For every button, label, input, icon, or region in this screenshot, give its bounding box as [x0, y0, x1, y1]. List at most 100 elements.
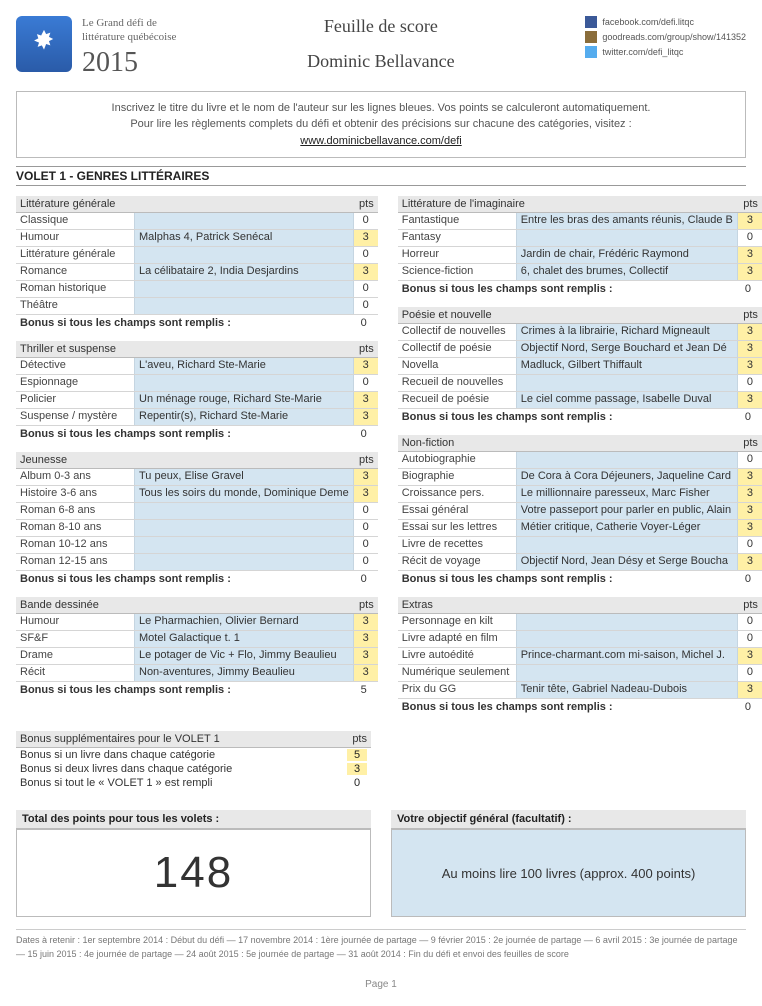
entry-label: Histoire 3-6 ans: [16, 486, 134, 502]
entry-input[interactable]: Objectif Nord, Jean Désy et Serge Boucha: [516, 554, 738, 570]
entry-input[interactable]: Prince-charmant.com mi-saison, Michel J.: [516, 648, 738, 664]
entry-input[interactable]: [516, 537, 738, 553]
social-link[interactable]: twitter.com/defi_litqc: [585, 46, 746, 58]
entry-row: Livre adapté en film0: [398, 631, 762, 648]
entry-points: 0: [354, 537, 378, 553]
entry-row: Espionnage0: [16, 375, 378, 392]
entry-row: DétectiveL'aveu, Richard Ste-Marie3: [16, 358, 378, 375]
entry-label: Roman historique: [16, 281, 134, 297]
entry-input[interactable]: Entre les bras des amants réunis, Claude…: [516, 213, 738, 229]
entry-input[interactable]: 6, chalet des brumes, Collectif: [516, 264, 738, 280]
entry-row: DrameLe potager de Vic + Flo, Jimmy Beau…: [16, 648, 378, 665]
score-label: Total des points pour tous les volets :: [16, 810, 371, 829]
entry-input[interactable]: Tous les soirs du monde, Dominique Deme: [134, 486, 354, 502]
entry-row: Roman historique0: [16, 281, 378, 298]
entry-input[interactable]: Crimes à la librairie, Richard Migneault: [516, 324, 738, 340]
bonus-label: Bonus si tous les champs sont remplis :: [20, 573, 354, 585]
entry-points: 0: [738, 537, 762, 553]
entry-label: Récit: [16, 665, 134, 681]
entry-input[interactable]: Le millionnaire paresseux, Marc Fisher: [516, 486, 738, 502]
entry-label: Humour: [16, 614, 134, 630]
entry-input[interactable]: Jardin de chair, Frédéric Raymond: [516, 247, 738, 263]
entry-input[interactable]: [134, 520, 354, 536]
entry-input[interactable]: Le ciel comme passage, Isabelle Duval: [516, 392, 738, 408]
title-line1: Le Grand défi de: [82, 16, 176, 30]
supp-row: Bonus si tout le « VOLET 1 » est rempli0: [16, 776, 371, 790]
entry-label: Novella: [398, 358, 516, 374]
entry-input[interactable]: Votre passeport pour parler en public, A…: [516, 503, 738, 519]
supp-bonus: Bonus supplémentaires pour le VOLET 1pts…: [16, 731, 371, 790]
entry-input[interactable]: [516, 375, 738, 391]
entry-label: Livre adapté en film: [398, 631, 516, 647]
left-column: Littérature généraleptsClassique0HumourM…: [16, 196, 378, 725]
category: Non-fictionptsAutobiographie0BiographieD…: [398, 435, 762, 587]
entry-input[interactable]: Tenir tête, Gabriel Nadeau-Dubois: [516, 682, 738, 698]
entry-input[interactable]: Non-aventures, Jimmy Beaulieu: [134, 665, 354, 681]
category-name: Thriller et suspense: [16, 341, 346, 357]
bonus-label: Bonus si tous les champs sont remplis :: [402, 701, 738, 713]
bonus-points: 0: [354, 317, 374, 329]
entry-label: Romance: [16, 264, 134, 280]
entry-points: 3: [738, 324, 762, 340]
entry-points: 3: [738, 503, 762, 519]
entry-row: SF&FMotel Galactique t. 13: [16, 631, 378, 648]
volet-header: VOLET 1 - GENRES LITTÉRAIRES: [16, 166, 746, 186]
entry-input[interactable]: Un ménage rouge, Richard Ste-Marie: [134, 392, 354, 408]
entry-input[interactable]: Malphas 4, Patrick Senécal: [134, 230, 354, 246]
entry-input[interactable]: Tu peux, Elise Gravel: [134, 469, 354, 485]
entry-points: 3: [354, 614, 378, 630]
entry-input[interactable]: De Cora à Cora Déjeuners, Jaqueline Card: [516, 469, 738, 485]
entry-input[interactable]: [134, 281, 354, 297]
entry-points: 3: [354, 665, 378, 681]
entry-row: Prix du GGTenir tête, Gabriel Nadeau-Dub…: [398, 682, 762, 699]
social-text: goodreads.com/group/show/141352: [602, 32, 746, 42]
entry-input[interactable]: Le Pharmachien, Olivier Bernard: [134, 614, 354, 630]
entry-input[interactable]: [134, 213, 354, 229]
entry-input[interactable]: Motel Galactique t. 1: [134, 631, 354, 647]
columns: Littérature généraleptsClassique0HumourM…: [16, 196, 746, 725]
entry-input[interactable]: [134, 298, 354, 314]
entry-input[interactable]: Métier critique, Catherie Voyer-Léger: [516, 520, 738, 536]
entry-row: PolicierUn ménage rouge, Richard Ste-Mar…: [16, 392, 378, 409]
entry-input[interactable]: Objectif Nord, Serge Bouchard et Jean Dé: [516, 341, 738, 357]
social-text: facebook.com/defi.litqc: [602, 17, 694, 27]
entry-row: Récit de voyageObjectif Nord, Jean Désy …: [398, 554, 762, 571]
bonus-label: Bonus si tous les champs sont remplis :: [20, 684, 354, 696]
entry-input[interactable]: [134, 503, 354, 519]
entry-input[interactable]: L'aveu, Richard Ste-Marie: [134, 358, 354, 374]
entry-input[interactable]: Le potager de Vic + Flo, Jimmy Beaulieu: [134, 648, 354, 664]
entry-points: 0: [738, 614, 762, 630]
entry-input[interactable]: [134, 554, 354, 570]
entry-label: Récit de voyage: [398, 554, 516, 570]
rules-link[interactable]: www.dominicbellavance.com/defi: [300, 135, 461, 147]
entry-row: Recueil de nouvelles0: [398, 375, 762, 392]
entry-row: HorreurJardin de chair, Frédéric Raymond…: [398, 247, 762, 264]
social-link[interactable]: facebook.com/defi.litqc: [585, 16, 746, 28]
entry-input[interactable]: [516, 631, 738, 647]
category-name: Non-fiction: [398, 435, 730, 451]
entry-input[interactable]: Repentir(s), Richard Ste-Marie: [134, 409, 354, 425]
entry-input[interactable]: [516, 614, 738, 630]
social-link[interactable]: goodreads.com/group/show/141352: [585, 31, 746, 43]
entry-input[interactable]: [134, 537, 354, 553]
pts-header: pts: [346, 597, 378, 613]
category: Poésie et nouvelleptsCollectif de nouvel…: [398, 307, 762, 425]
bonus-points: 0: [354, 573, 374, 585]
entry-row: RomanceLa célibataire 2, India Desjardin…: [16, 264, 378, 281]
entry-input[interactable]: [134, 247, 354, 263]
entry-row: Collectif de poésieObjectif Nord, Serge …: [398, 341, 762, 358]
entry-points: 0: [354, 213, 378, 229]
total-score: Total des points pour tous les volets : …: [16, 810, 371, 917]
entry-input[interactable]: [516, 665, 738, 681]
bonus-label: Bonus si tous les champs sont remplis :: [402, 283, 738, 295]
entry-label: Personnage en kilt: [398, 614, 516, 630]
entry-label: Suspense / mystère: [16, 409, 134, 425]
bonus-row: Bonus si tous les champs sont remplis :0: [398, 571, 762, 587]
entry-input[interactable]: [134, 375, 354, 391]
entry-label: Théâtre: [16, 298, 134, 314]
entry-input[interactable]: La célibataire 2, India Desjardins: [134, 264, 354, 280]
entry-input[interactable]: Madluck, Gilbert Thiffault: [516, 358, 738, 374]
entry-input[interactable]: [516, 452, 738, 468]
entry-input[interactable]: [516, 230, 738, 246]
goal-value[interactable]: Au moins lire 100 livres (approx. 400 po…: [391, 829, 746, 917]
